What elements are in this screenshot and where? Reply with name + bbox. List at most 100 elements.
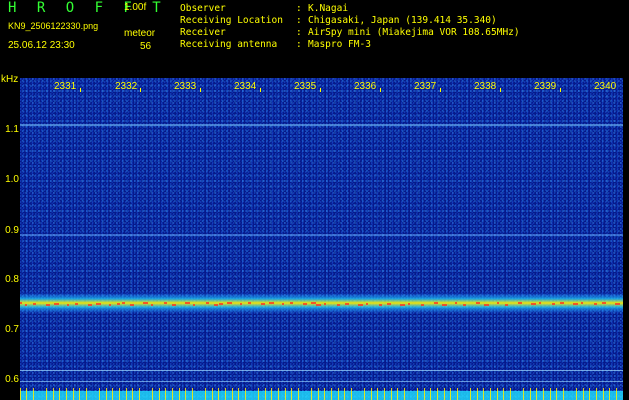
- bottom-spike: [33, 388, 34, 400]
- bottom-spike: [377, 388, 378, 400]
- x-tick-label: 2340: [594, 81, 617, 92]
- bottom-spike: [609, 388, 610, 400]
- carrier-hotspot: [324, 303, 326, 305]
- carrier-hotspot: [581, 302, 583, 304]
- bottom-spike: [172, 388, 173, 400]
- carrier-hotspot: [151, 304, 153, 306]
- carrier-hotspot: [219, 303, 223, 305]
- bottom-spike: [265, 388, 266, 400]
- bottom-spike: [285, 388, 286, 400]
- carrier-hotspot: [75, 303, 78, 305]
- x-tick-label: 2335: [294, 81, 317, 92]
- bottom-spike: [503, 388, 504, 400]
- bottom-spike: [364, 388, 365, 400]
- bottom-spike: [165, 388, 166, 400]
- carrier-hotspot: [345, 303, 349, 305]
- x-tick-mark: [320, 88, 321, 92]
- carrier-hotspot: [290, 302, 293, 304]
- bottom-spike: [46, 388, 47, 400]
- carrier-hotspot: [185, 302, 190, 304]
- info-value: Chigasaki, Japan (139.414 35.340): [308, 15, 497, 26]
- bottom-spike: [159, 388, 160, 400]
- bottom-spike: [86, 388, 87, 400]
- carrier-hotspot: [311, 302, 316, 304]
- x-tick-mark: [200, 88, 201, 92]
- bottom-spike: [205, 388, 206, 400]
- carrier-hotspot: [366, 303, 368, 305]
- bottom-noise-strip: [20, 391, 623, 400]
- x-tick-mark: [80, 88, 81, 92]
- carrier-hotspot: [227, 302, 232, 304]
- x-tick-mark: [380, 88, 381, 92]
- bottom-spike: [550, 388, 551, 400]
- carrier-hotspot: [54, 303, 59, 305]
- info-key: Receiver: [180, 27, 226, 38]
- carrier-hotspot: [88, 304, 92, 306]
- bottom-spike: [523, 388, 524, 400]
- x-tick-label: 2333: [174, 81, 197, 92]
- x-tick-label: 2338: [474, 81, 497, 92]
- carrier-hotspot: [206, 302, 209, 304]
- x-tick-mark: [560, 88, 561, 92]
- info-value: AirSpy mini (Miakejima VOR 108.65MHz): [308, 27, 520, 38]
- carrier-hotspot: [143, 302, 148, 304]
- bottom-spike: [318, 388, 319, 400]
- carrier-hotspot: [455, 302, 457, 304]
- bottom-spike: [583, 388, 584, 400]
- info-key: Observer: [180, 3, 226, 14]
- bottom-spike: [192, 388, 193, 400]
- bottom-spike: [112, 388, 113, 400]
- x-tick-label: 2339: [534, 81, 557, 92]
- bottom-spike: [371, 388, 372, 400]
- bottom-spike: [132, 388, 133, 400]
- bottom-spike: [278, 388, 279, 400]
- carrier-hotspot: [261, 303, 265, 305]
- carrier-hotspot: [337, 304, 340, 306]
- carrier-hotspot: [46, 304, 50, 306]
- bottom-spike: [238, 388, 239, 400]
- meteor-count-label: meteor: [124, 28, 156, 39]
- x-tick-mark: [440, 88, 441, 92]
- carrier-hotspot: [463, 304, 466, 306]
- bottom-spike: [391, 388, 392, 400]
- bottom-spike: [232, 388, 233, 400]
- carrier-hotspot: [164, 302, 167, 304]
- info-separator: :: [296, 15, 302, 26]
- info-value: K.Nagai: [308, 3, 349, 14]
- info-row-location: Receiving Location : Chigasaki, Japan (1…: [180, 15, 497, 27]
- bottom-spike: [563, 388, 564, 400]
- carrier-hotspot: [33, 303, 36, 305]
- carrier-hotspot: [130, 304, 134, 306]
- bottom-spike: [603, 388, 604, 400]
- y-tick-label: 0.6: [5, 374, 19, 385]
- info-value: Maspro FM-3: [308, 39, 371, 50]
- x-tick-label: 2336: [354, 81, 377, 92]
- carrier-hotspot: [269, 302, 274, 304]
- info-key: Receiving antenna: [180, 39, 278, 50]
- bottom-spike: [311, 388, 312, 400]
- carrier-hotspot: [476, 302, 480, 304]
- bottom-spike: [397, 388, 398, 400]
- carrier-hotspot: [379, 304, 382, 306]
- bottom-spike: [490, 388, 491, 400]
- bottom-spike: [497, 388, 498, 400]
- bottom-spike: [119, 388, 120, 400]
- bottom-spike: [53, 388, 54, 400]
- carrier-hotspot: [25, 304, 27, 306]
- info-row-observer: Observer : K.Nagai: [180, 3, 348, 15]
- bottom-spike: [483, 388, 484, 400]
- bottom-spike: [470, 388, 471, 400]
- carrier-hotspot: [172, 304, 176, 306]
- carrier-hotspot: [497, 302, 499, 304]
- info-separator: :: [296, 27, 302, 38]
- bottom-spike: [430, 388, 431, 400]
- bottom-spike: [258, 388, 259, 400]
- bottom-spike: [20, 388, 21, 400]
- app-version: 1.00f: [124, 2, 147, 13]
- bottom-spike: [26, 388, 27, 400]
- y-axis-unit: kHz: [1, 74, 19, 85]
- bottom-spike: [344, 388, 345, 400]
- x-tick-label: 2334: [234, 81, 257, 92]
- x-tick-label: 2337: [414, 81, 437, 92]
- carrier-hotspot: [193, 304, 195, 306]
